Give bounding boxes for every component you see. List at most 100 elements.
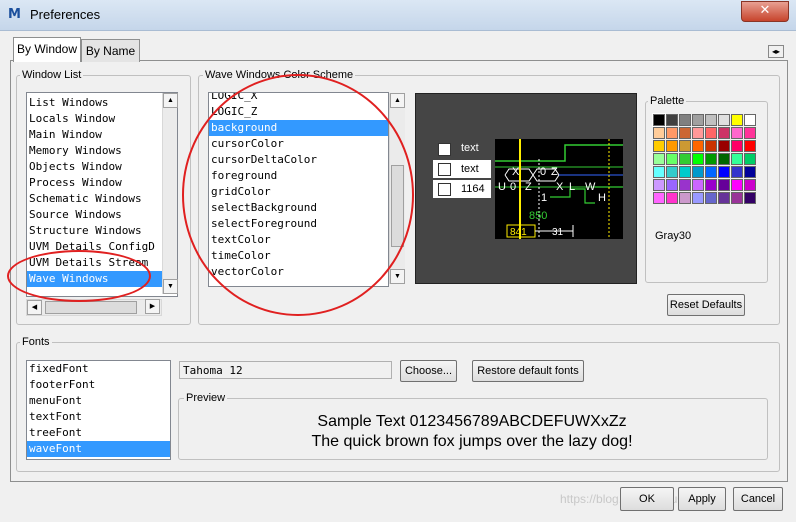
palette-swatch[interactable] [653,140,665,152]
palette-swatch[interactable] [731,153,743,165]
tab-by-window[interactable]: By Window [13,37,81,62]
palette-swatch[interactable] [692,166,704,178]
palette-swatch[interactable] [718,153,730,165]
palette-swatch[interactable] [744,166,756,178]
font-list[interactable]: fixedFont footerFont menuFont textFont t… [26,360,171,460]
list-item[interactable]: menuFont [27,393,170,409]
palette-swatch[interactable] [705,114,717,126]
palette-swatch[interactable] [731,127,743,139]
list-item[interactable]: Memory Windows [27,143,177,159]
palette-swatch[interactable] [666,192,678,204]
palette-swatch[interactable] [718,179,730,191]
palette-swatch[interactable] [653,153,665,165]
palette-swatch[interactable] [731,179,743,191]
choose-font-button[interactable]: Choose... [400,360,457,382]
palette-swatch[interactable] [718,127,730,139]
list-item[interactable]: Process Window [27,175,177,191]
palette-swatch[interactable] [692,114,704,126]
scroll-left-icon[interactable]: ◀ [27,300,42,315]
palette-swatch[interactable] [653,166,665,178]
palette-swatch[interactable] [705,179,717,191]
palette-selected-name: Gray30 [655,230,692,242]
close-button[interactable]: ✕ [741,1,789,22]
palette-swatch[interactable] [744,127,756,139]
scroll-up-icon[interactable]: ▲ [390,93,405,108]
palette-swatch[interactable] [679,114,691,126]
window-list-vscrollbar[interactable]: ▲ ▼ [162,93,178,294]
list-item[interactable]: List Windows [27,93,177,111]
cancel-button[interactable]: Cancel [733,487,783,511]
palette-swatch[interactable] [744,153,756,165]
palette-swatch[interactable] [705,166,717,178]
palette-swatch[interactable] [666,114,678,126]
palette-swatch[interactable] [679,192,691,204]
checkbox-icon [438,143,451,156]
palette-swatch[interactable] [744,114,756,126]
ok-button[interactable]: OK [620,487,674,511]
palette-swatch[interactable] [718,114,730,126]
wave-label: L [569,181,575,193]
palette-swatch[interactable] [692,179,704,191]
list-item[interactable]: Objects Window [27,159,177,175]
cursor-time: 841 [510,227,527,238]
list-item[interactable]: Locals Window [27,111,177,127]
palette-swatch[interactable] [679,153,691,165]
wave-label: W [585,181,596,193]
list-item[interactable]: footerFont [27,377,170,393]
palette-swatch[interactable] [705,153,717,165]
list-item[interactable]: textFont [27,409,170,425]
palette-swatch[interactable] [692,153,704,165]
list-item[interactable]: Structure Windows [27,223,177,239]
tab-scroll-arrows-icon[interactable]: ◂▸ [768,45,784,58]
palette-swatch[interactable] [705,140,717,152]
list-item[interactable]: Schematic Windows [27,191,177,207]
palette-swatch[interactable] [731,192,743,204]
list-item[interactable]: Source Windows [27,207,177,223]
list-item[interactable]: Main Window [27,127,177,143]
palette-swatch[interactable] [705,192,717,204]
palette-swatch[interactable] [718,140,730,152]
palette-swatch[interactable] [653,192,665,204]
palette-swatch[interactable] [744,179,756,191]
palette-swatch[interactable] [731,114,743,126]
palette-swatch[interactable] [731,140,743,152]
palette-swatch[interactable] [652,113,666,127]
palette-swatch[interactable] [744,192,756,204]
palette-swatch[interactable] [679,166,691,178]
palette-swatch[interactable] [679,179,691,191]
palette-swatch[interactable] [718,192,730,204]
palette-swatch[interactable] [653,179,665,191]
palette-swatch[interactable] [692,192,704,204]
palette-swatch[interactable] [692,140,704,152]
palette-swatch[interactable] [692,127,704,139]
window-list-hscrollbar[interactable]: ◀ [26,299,162,316]
hscroll-thumb[interactable] [45,301,137,314]
palette-swatch[interactable] [679,127,691,139]
scroll-right-icon[interactable]: ▶ [145,299,160,314]
palette-swatch[interactable] [666,127,678,139]
wave-value: 850 [529,210,547,222]
list-item[interactable]: fixedFont [27,361,170,377]
palette-swatch[interactable] [718,166,730,178]
palette-swatch[interactable] [731,166,743,178]
palette-swatch[interactable] [666,166,678,178]
palette-swatch[interactable] [666,179,678,191]
apply-button[interactable]: Apply [678,487,726,511]
list-item[interactable]: treeFont [27,425,170,441]
list-item-selected[interactable]: waveFont [27,441,170,457]
palette-swatch[interactable] [705,127,717,139]
palette-swatch[interactable] [666,140,678,152]
palette-swatch[interactable] [666,153,678,165]
palette-swatch[interactable] [653,127,665,139]
reset-defaults-button[interactable]: Reset Defaults [667,294,745,316]
restore-default-fonts-button[interactable]: Restore default fonts [472,360,584,382]
preview-row-label: text [461,163,479,175]
palette-swatch[interactable] [744,140,756,152]
palette-grid[interactable] [652,113,756,204]
wave-label: 0 [540,166,546,178]
scroll-down-icon[interactable]: ▼ [390,269,405,284]
scroll-up-icon[interactable]: ▲ [163,93,178,108]
tab-by-name[interactable]: By Name [81,39,140,62]
palette-swatch[interactable] [679,140,691,152]
scroll-down-icon[interactable]: ▼ [163,279,178,294]
